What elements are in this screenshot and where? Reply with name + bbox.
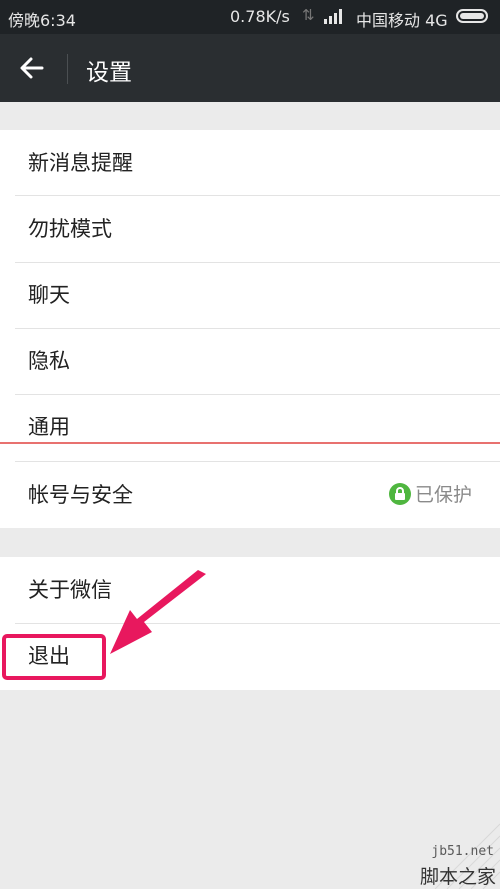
menu-item-label: 勿扰模式 <box>28 217 112 241</box>
menu-item-label: 隐私 <box>28 349 70 373</box>
menu-item-new-message-alerts[interactable]: 新消息提醒 <box>0 130 500 196</box>
watermark: jb51.net 脚本之家 <box>395 820 500 889</box>
protection-status-text: 已保护 <box>414 484 472 506</box>
page-title: 设置 <box>86 60 132 86</box>
menu-item-label: 聊天 <box>28 283 70 307</box>
menu-item-label: 关于微信 <box>28 578 112 602</box>
menu-item-do-not-disturb[interactable]: 勿扰模式 <box>0 196 500 262</box>
title-bar: 设置 <box>0 34 500 102</box>
menu-item-label: 新消息提醒 <box>28 151 133 175</box>
menu-item-general[interactable]: 通用 <box>0 394 500 460</box>
highlight-box <box>2 634 106 680</box>
protection-status: 已保护 <box>388 462 472 528</box>
carrier-label: 中国移动 4G <box>356 11 448 30</box>
menu-item-account-security[interactable]: 帐号与安全 已保护 <box>0 462 500 528</box>
status-time: 傍晚6:34 <box>8 11 76 30</box>
status-bar: 傍晚6:34 0.78K/s ⇅ 中国移动 4G <box>0 0 500 34</box>
menu-item-label: 帐号与安全 <box>28 483 133 507</box>
menu-item-label: 通用 <box>28 415 70 439</box>
menu-item-chat[interactable]: 聊天 <box>0 262 500 328</box>
network-speed: 0.78K/s <box>230 7 290 26</box>
watermark-name: 脚本之家 <box>419 866 496 888</box>
menu-item-privacy[interactable]: 隐私 <box>0 328 500 394</box>
data-activity-icon: ⇅ <box>302 6 315 24</box>
back-arrow-icon[interactable] <box>18 54 46 82</box>
menu-item-about-wechat[interactable]: 关于微信 <box>0 557 500 623</box>
red-divider <box>0 442 500 444</box>
pointer-arrow-icon <box>110 570 206 654</box>
battery-icon <box>456 9 488 23</box>
signal-icon <box>324 9 346 24</box>
watermark-url: jb51.net <box>431 844 494 859</box>
settings-group-main: 新消息提醒 勿扰模式 聊天 隐私 通用 帐号与安全 已保护 <box>0 130 500 528</box>
lock-icon <box>388 482 411 505</box>
title-divider <box>67 54 68 84</box>
